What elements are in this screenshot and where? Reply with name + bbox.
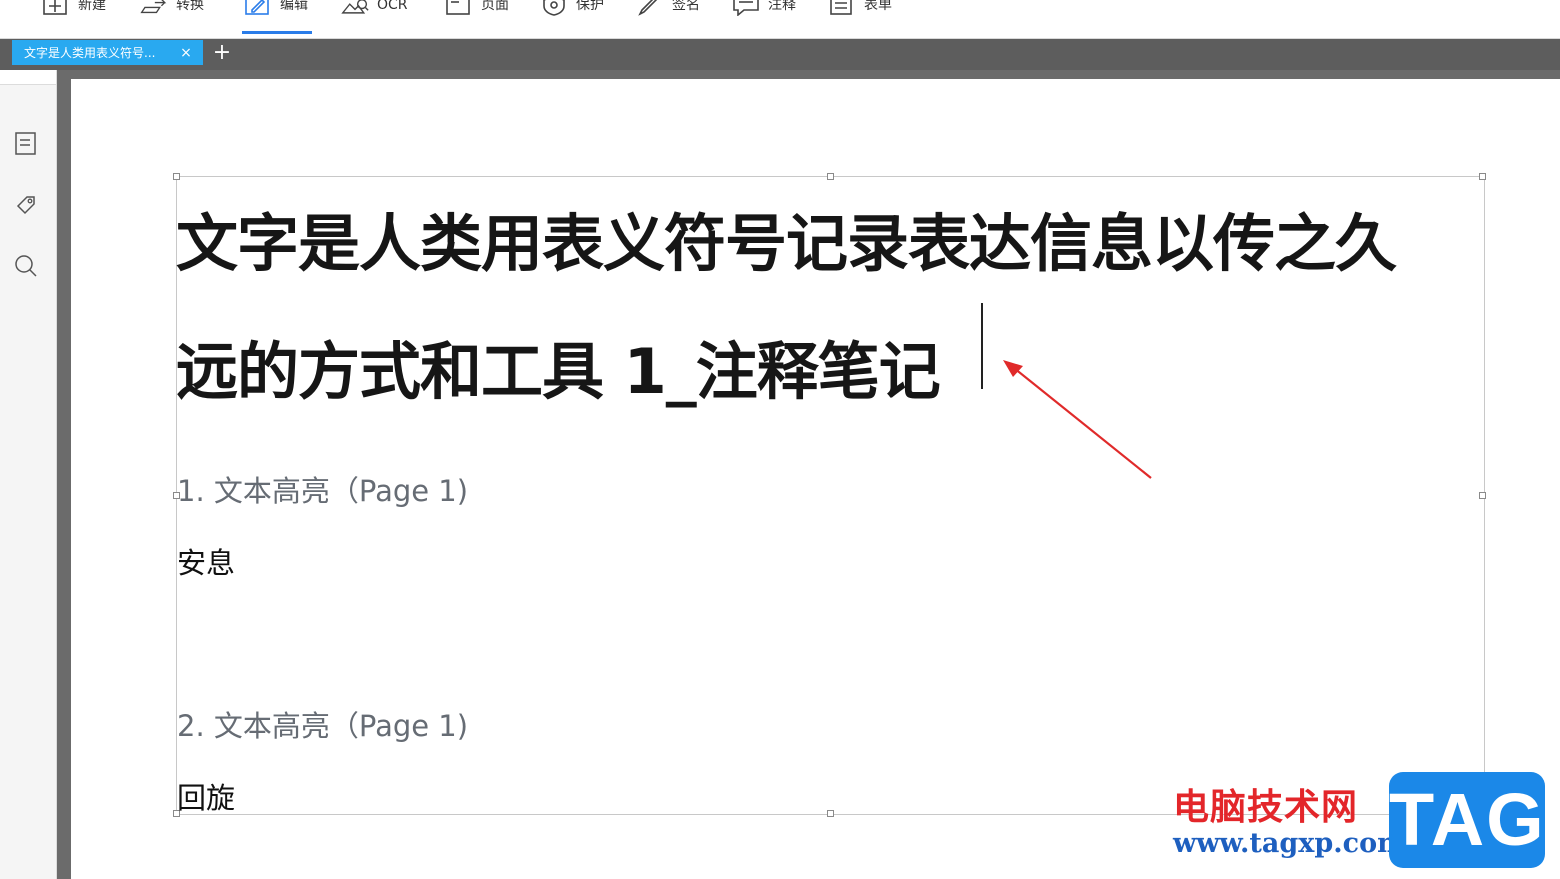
resize-handle[interactable] <box>827 173 834 180</box>
document-title[interactable]: 文字是人类用表义符号记录表达信息以传之久 远的方式和工具 1_注释笔记 <box>176 180 1496 436</box>
text-cursor <box>981 303 983 389</box>
toolbar-convert-label: 转换 <box>176 0 204 13</box>
search-icon[interactable] <box>13 253 39 279</box>
signature-icon <box>638 0 658 16</box>
note-heading-2[interactable]: 2. 文本高亮（Page 1) <box>177 703 468 745</box>
form-icon <box>830 0 852 15</box>
watermark-tag-logo: TAG <box>1389 772 1545 868</box>
document-title-line-2: 远的方式和工具 1_注释笔记 <box>176 335 941 408</box>
toolbar-edit-button[interactable]: 编辑 <box>242 0 312 34</box>
watermark-url: www.tagxp.com <box>1173 828 1406 859</box>
toolbar-comment-label: 注释 <box>768 0 796 13</box>
page-top-gutter <box>71 70 1560 79</box>
note-text-1[interactable]: 安息 <box>177 540 235 582</box>
toolbar-ocr-label: OCR <box>377 0 408 13</box>
resize-handle[interactable] <box>1479 492 1486 499</box>
toolbar-form-button[interactable]: 表单 <box>828 0 892 34</box>
toolbar-page-label: 页面 <box>481 0 509 13</box>
resize-handle[interactable] <box>1479 173 1486 180</box>
main-toolbar: 新建 转换 编辑 OCR 页面 保护 签名 注释 表单 <box>0 0 1560 39</box>
tag-icon[interactable] <box>13 192 39 218</box>
toolbar-convert-button[interactable]: 转换 <box>140 0 204 34</box>
page-icon <box>446 0 470 15</box>
thumbnail-icon[interactable] <box>13 130 39 156</box>
document-tab[interactable]: 文字是人类用表义符号... × <box>12 40 203 65</box>
resize-handle[interactable] <box>827 810 834 817</box>
toolbar-protect-button[interactable]: 保护 <box>540 0 604 34</box>
convert-icon <box>140 0 167 14</box>
new-file-icon <box>43 0 67 15</box>
toolbar-edit-label: 编辑 <box>280 0 308 13</box>
toolbar-protect-label: 保护 <box>576 0 604 13</box>
document-tab-strip: 文字是人类用表义符号... × + <box>0 39 1560 70</box>
left-panel-header <box>0 70 56 85</box>
toolbar-signature-button[interactable]: 签名 <box>636 0 700 34</box>
document-title-line-1: 文字是人类用表义符号记录表达信息以传之久 <box>176 207 1397 280</box>
watermark-site-name: 电脑技术网 <box>1173 787 1359 828</box>
toolbar-ocr-button[interactable]: OCR <box>341 0 408 34</box>
tab-close-icon[interactable]: × <box>178 45 194 61</box>
protect-icon <box>543 0 565 16</box>
toolbar-new-label: 新建 <box>78 0 106 13</box>
note-text-2[interactable]: 回旋 <box>177 775 235 817</box>
add-tab-icon[interactable]: + <box>211 42 233 64</box>
toolbar-comment-button[interactable]: 注释 <box>732 0 796 34</box>
edit-icon <box>245 0 269 15</box>
resize-handle[interactable] <box>173 173 180 180</box>
left-side-panel <box>0 70 57 879</box>
toolbar-page-button[interactable]: 页面 <box>445 0 509 34</box>
document-tab-title: 文字是人类用表义符号... <box>24 46 156 60</box>
panel-separator <box>57 70 71 879</box>
comment-icon <box>733 0 759 16</box>
ocr-icon <box>341 0 369 14</box>
toolbar-new-button[interactable]: 新建 <box>42 0 106 34</box>
toolbar-form-label: 表单 <box>864 0 892 13</box>
note-heading-1[interactable]: 1. 文本高亮（Page 1) <box>177 468 468 510</box>
toolbar-signature-label: 签名 <box>672 0 700 13</box>
annotation-arrow-icon <box>1003 360 1152 479</box>
